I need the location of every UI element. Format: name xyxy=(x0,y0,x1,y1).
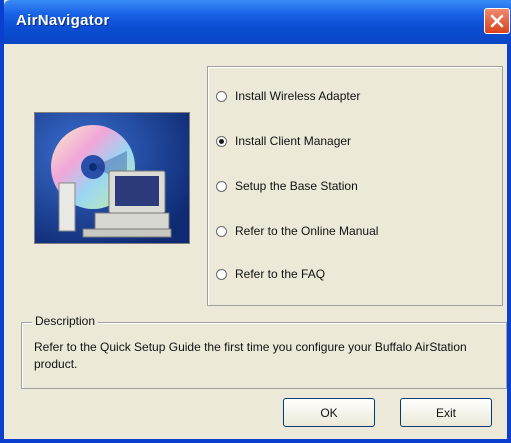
exit-button[interactable]: Exit xyxy=(400,398,492,427)
description-text: Refer to the Quick Setup Guide the first… xyxy=(34,340,467,371)
product-illustration xyxy=(34,112,190,244)
option-label: Install Wireless Adapter xyxy=(235,89,361,103)
airnavigator-window: AirNavigator Install Wireless Adapter In… xyxy=(0,0,511,443)
radio-button[interactable] xyxy=(216,225,227,237)
option-online-manual[interactable]: Refer to the Online Manual xyxy=(216,224,378,238)
option-install-wireless-adapter[interactable]: Install Wireless Adapter xyxy=(216,89,360,103)
radio-button[interactable] xyxy=(216,180,227,192)
title-bar[interactable]: AirNavigator xyxy=(4,0,511,44)
window-title: AirNavigator xyxy=(16,12,110,29)
radio-button[interactable] xyxy=(216,268,227,280)
option-label: Refer to the FAQ xyxy=(235,267,326,281)
install-options-group: Install Wireless Adapter Install Client … xyxy=(207,66,503,306)
radio-button-selected[interactable] xyxy=(216,135,227,147)
close-icon xyxy=(490,14,504,28)
description-group: Description Refer to the Quick Setup Gui… xyxy=(21,314,507,389)
description-legend: Description xyxy=(32,314,99,328)
option-label: Install Client Manager xyxy=(235,134,352,148)
ok-button[interactable]: OK xyxy=(283,398,375,427)
option-setup-base-station[interactable]: Setup the Base Station xyxy=(216,179,358,193)
radio-button[interactable] xyxy=(216,90,227,102)
option-faq[interactable]: Refer to the FAQ xyxy=(216,267,325,281)
option-install-client-manager[interactable]: Install Client Manager xyxy=(216,134,351,148)
option-label: Refer to the Online Manual xyxy=(235,224,379,238)
option-label: Setup the Base Station xyxy=(235,179,358,193)
close-button[interactable] xyxy=(484,8,510,34)
